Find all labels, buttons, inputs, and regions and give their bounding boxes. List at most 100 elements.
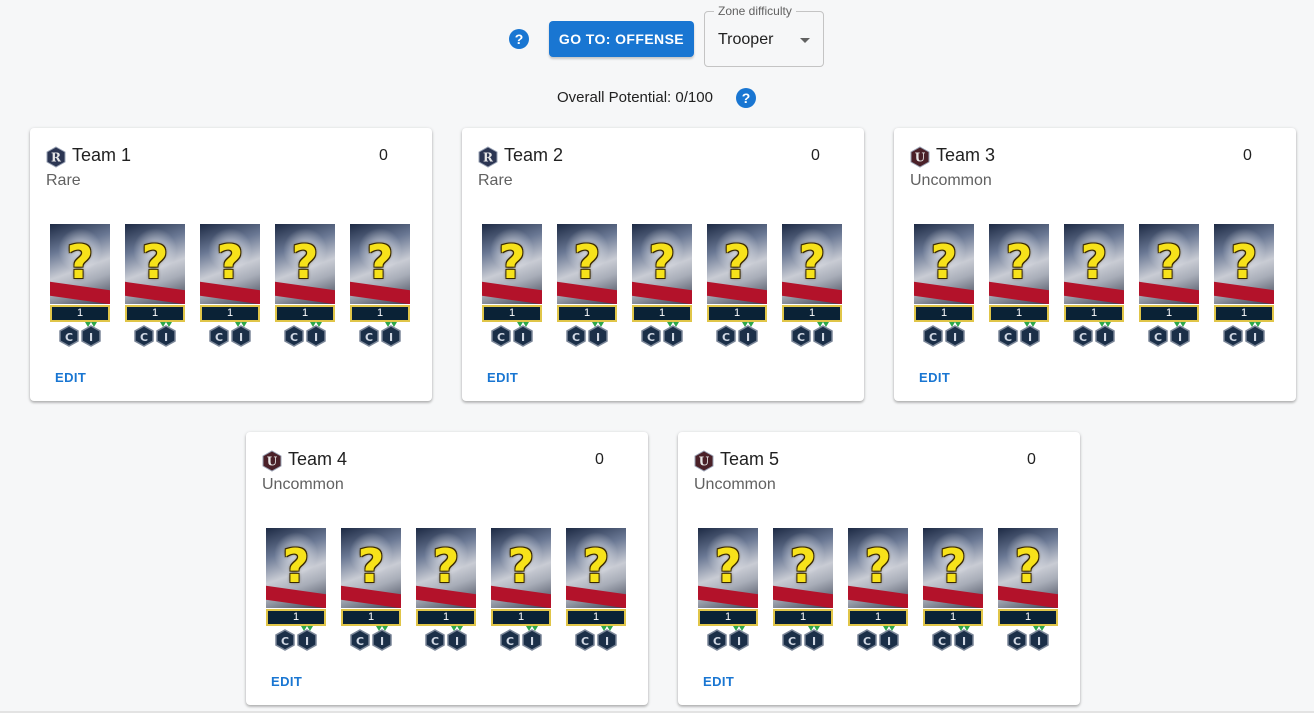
unit-slot[interactable]: ? 1 C I [1139, 224, 1199, 350]
unit-slot[interactable]: ? 1 C I [416, 528, 476, 654]
unit-slot[interactable]: ? 1 C I [50, 224, 110, 350]
i-gear-hex-icon: I [1244, 322, 1266, 353]
unknown-character-icon: ? [998, 528, 1058, 608]
unit-slot[interactable]: ? 1 C I [1214, 224, 1274, 350]
team-rarity: Uncommon [262, 476, 344, 493]
unit-slot[interactable]: ? 1 C I [998, 528, 1058, 654]
unit-slot[interactable]: ? 1 C I [782, 224, 842, 350]
svg-text:C: C [1013, 635, 1021, 648]
edit-team-button[interactable]: EDIT [271, 674, 302, 689]
i-gear-hex-icon: I [1019, 322, 1041, 353]
svg-text:C: C [431, 635, 439, 648]
unit-slot[interactable]: ? 1 C I [125, 224, 185, 350]
svg-text:C: C [797, 331, 805, 344]
unit-slot[interactable]: ? 1 C I [989, 224, 1049, 350]
unit-slot[interactable]: ? 1 C I [341, 528, 401, 654]
unit-level: 1 [707, 305, 767, 322]
gear-icons: C I [640, 322, 684, 348]
unknown-character-icon: ? [1064, 224, 1124, 304]
c-gear-hex-icon: C [133, 322, 155, 353]
unit-level: 1 [848, 609, 908, 626]
unit-slot[interactable]: ? 1 C I [707, 224, 767, 350]
gear-icons: C I [1072, 322, 1116, 348]
svg-text:I: I [962, 635, 966, 648]
team-name: Team 5 [720, 449, 780, 469]
rarity-badge-icon: R [46, 146, 66, 168]
gear-icons: C I [790, 322, 834, 348]
unit-level: 1 [482, 305, 542, 322]
svg-text:I: I [953, 331, 957, 344]
i-gear-hex-icon: I [1169, 322, 1191, 353]
unit-slot[interactable]: ? 1 C I [632, 224, 692, 350]
unit-slot[interactable]: ? 1 C I [773, 528, 833, 654]
svg-text:I: I [389, 331, 393, 344]
svg-text:C: C [365, 331, 373, 344]
c-gear-hex-icon: C [706, 626, 728, 657]
edit-team-button[interactable]: EDIT [487, 370, 518, 385]
team-card: U Team 4 0 Uncommon ? 1 C I ? 1 C I ? 1 … [246, 432, 648, 705]
team-score: 0 [1027, 451, 1036, 468]
unit-level: 1 [491, 609, 551, 626]
unit-slot[interactable]: ? 1 C I [482, 224, 542, 350]
unit-level: 1 [275, 305, 335, 322]
svg-text:I: I [305, 635, 309, 648]
unit-slot[interactable]: ? 1 C I [557, 224, 617, 350]
c-gear-hex-icon: C [274, 626, 296, 657]
svg-text:C: C [1229, 331, 1237, 344]
unit-list: ? 1 C I ? 1 C I ? 1 C I ? 1 C I ? 1 C I [914, 224, 1274, 350]
edit-team-button[interactable]: EDIT [703, 674, 734, 689]
edit-team-button[interactable]: EDIT [919, 370, 950, 385]
help-icon[interactable]: ? [736, 88, 756, 108]
gear-icons: C I [781, 626, 825, 652]
zone-difficulty-select[interactable]: Zone difficulty Trooper [704, 4, 824, 67]
gear-icons: C I [856, 626, 900, 652]
unit-level: 1 [50, 305, 110, 322]
svg-text:I: I [521, 331, 525, 344]
unknown-character-icon: ? [350, 224, 410, 304]
unit-level: 1 [1214, 305, 1274, 322]
i-gear-hex-icon: I [662, 322, 684, 353]
unit-slot[interactable]: ? 1 C I [848, 528, 908, 654]
svg-text:I: I [1253, 331, 1257, 344]
unit-level: 1 [125, 305, 185, 322]
unit-slot[interactable]: ? 1 C I [923, 528, 983, 654]
unit-slot[interactable]: ? 1 C I [1064, 224, 1124, 350]
c-gear-hex-icon: C [931, 626, 953, 657]
unknown-character-icon: ? [698, 528, 758, 608]
goto-offense-button[interactable]: GO TO: OFFENSE [549, 21, 694, 57]
svg-text:C: C [1079, 331, 1087, 344]
unknown-character-icon: ? [482, 224, 542, 304]
gear-icons: C I [931, 626, 975, 652]
unknown-character-icon: ? [848, 528, 908, 608]
unit-slot[interactable]: ? 1 C I [566, 528, 626, 654]
team-name: Team 1 [72, 145, 132, 165]
unit-slot[interactable]: ? 1 C I [200, 224, 260, 350]
unit-slot[interactable]: ? 1 C I [698, 528, 758, 654]
svg-text:C: C [863, 635, 871, 648]
unit-level: 1 [566, 609, 626, 626]
edit-team-button[interactable]: EDIT [55, 370, 86, 385]
team-score: 0 [595, 451, 604, 468]
team-card: U Team 5 0 Uncommon ? 1 C I ? 1 C I ? 1 … [678, 432, 1080, 705]
c-gear-hex-icon: C [574, 626, 596, 657]
i-gear-hex-icon: I [587, 322, 609, 353]
unit-slot[interactable]: ? 1 C I [350, 224, 410, 350]
svg-text:I: I [314, 331, 318, 344]
unit-slot[interactable]: ? 1 C I [491, 528, 551, 654]
unit-level: 1 [998, 609, 1058, 626]
gear-icons: C I [706, 626, 750, 652]
c-gear-hex-icon: C [1147, 322, 1169, 353]
svg-text:I: I [671, 331, 675, 344]
svg-text:C: C [938, 635, 946, 648]
gear-icons: C I [490, 322, 534, 348]
unit-slot[interactable]: ? 1 C I [914, 224, 974, 350]
help-icon[interactable]: ? [509, 29, 529, 49]
unit-list: ? 1 C I ? 1 C I ? 1 C I ? 1 C I ? 1 C I [698, 528, 1058, 654]
unknown-character-icon: ? [50, 224, 110, 304]
unit-slot[interactable]: ? 1 C I [275, 224, 335, 350]
unknown-character-icon: ? [707, 224, 767, 304]
gear-icons: C I [208, 322, 252, 348]
unit-slot[interactable]: ? 1 C I [266, 528, 326, 654]
c-gear-hex-icon: C [997, 322, 1019, 353]
svg-text:R: R [483, 151, 494, 165]
